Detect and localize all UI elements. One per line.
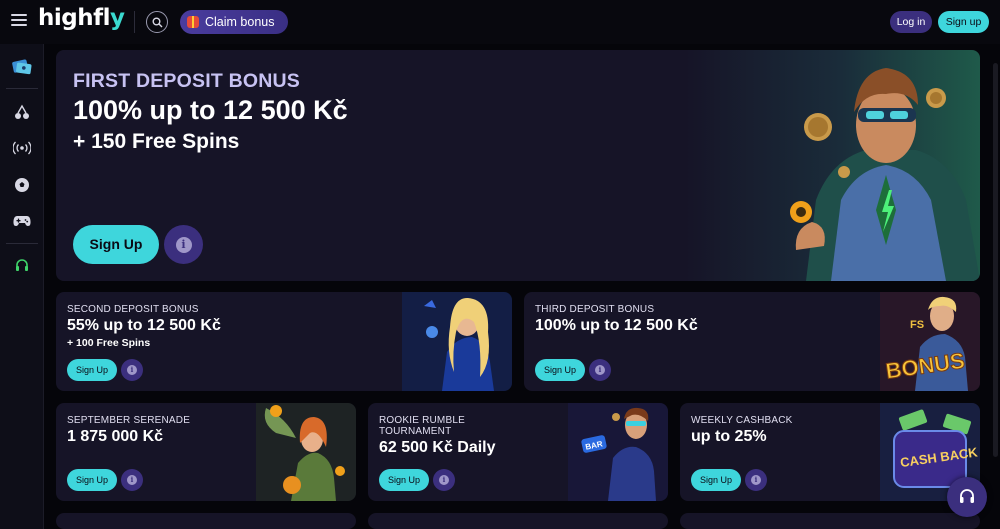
superhero-illustration [790, 68, 980, 281]
card-kicker: THIRD DEPOSIT BONUS [535, 304, 655, 315]
live-chat-button[interactable] [947, 477, 987, 517]
card-kicker: SEPTEMBER SERENADE [67, 415, 191, 426]
card-title: 1 875 000 Kč [67, 428, 164, 445]
card-signup-button[interactable]: Sign Up [379, 469, 429, 491]
top-bar: highfly Claim bonus Log in Sign up [0, 0, 1000, 44]
sidebar [0, 44, 44, 529]
card-info-button[interactable]: i [745, 469, 767, 491]
second-deposit-card[interactable]: SECOND DEPOSIT BONUS 55% up to 12 500 Kč… [56, 292, 512, 391]
card-title: 100% up to 12 500 Kč [535, 317, 698, 334]
card-info-button[interactable]: i [589, 359, 611, 381]
claim-bonus-label: Claim bonus [205, 15, 275, 29]
card-title: 55% up to 12 500 Kč [67, 317, 221, 334]
live-icon[interactable] [11, 137, 33, 159]
heroine-illustration [402, 292, 512, 391]
bonus-hero-illustration: FS BONUS [880, 292, 980, 391]
headset-icon [960, 489, 974, 503]
svg-text:FS: FS [910, 319, 924, 331]
gamepad-icon[interactable] [11, 210, 33, 232]
rookie-hero-illustration: BAR [568, 403, 668, 501]
first-deposit-banner[interactable]: FIRST DEPOSIT BONUS 100% up to 12 500 Kč… [56, 50, 980, 281]
card-info-button[interactable]: i [121, 469, 143, 491]
card-title: 62 500 Kč Daily [379, 439, 496, 456]
divider [134, 11, 135, 33]
search-icon [152, 17, 162, 27]
card-title: up to 25% [691, 428, 767, 445]
weekly-cashback-card[interactable]: WEEKLY CASHBACK up to 25% Sign Up i CASH… [680, 403, 980, 501]
rookie-rumble-card[interactable]: ROOKIE RUMBLE TOURNAMENT 62 500 Kč Daily… [368, 403, 668, 501]
card-info-button[interactable]: i [121, 359, 143, 381]
info-icon: i [595, 365, 605, 375]
card-signup-button[interactable]: Sign Up [535, 359, 585, 381]
signup-button[interactable]: Sign up [938, 11, 989, 33]
info-icon: i [127, 475, 137, 485]
menu-icon[interactable] [11, 14, 27, 28]
banner-title: 100% up to 12 500 Kč [73, 95, 348, 125]
sidebar-divider [6, 88, 38, 89]
claim-bonus-button[interactable]: Claim bonus [180, 10, 288, 34]
scrollbar[interactable] [993, 63, 998, 457]
card-subtitle: + 100 Free Spins [67, 337, 151, 349]
support-icon[interactable] [11, 255, 33, 277]
card-signup-button[interactable]: Sign Up [67, 469, 117, 491]
sidebar-divider [6, 243, 38, 244]
cherries-icon[interactable] [11, 101, 33, 123]
football-icon[interactable] [11, 174, 33, 196]
info-icon: i [751, 475, 761, 485]
logo[interactable]: highfly [38, 5, 125, 31]
card-info-button[interactable]: i [433, 469, 455, 491]
card-signup-button[interactable]: Sign Up [67, 359, 117, 381]
search-button[interactable] [146, 11, 168, 33]
partial-card[interactable] [680, 513, 980, 529]
promotions-icon[interactable] [11, 56, 33, 78]
card-kicker: ROOKIE RUMBLE TOURNAMENT [379, 415, 465, 437]
card-kicker: WEEKLY CASHBACK [691, 415, 793, 426]
fairy-illustration [256, 403, 356, 501]
info-icon: i [127, 365, 137, 375]
partial-card[interactable] [368, 513, 668, 529]
september-serenade-card[interactable]: SEPTEMBER SERENADE 1 875 000 Kč Sign Up … [56, 403, 356, 501]
info-icon: i [439, 475, 449, 485]
login-button[interactable]: Log in [890, 11, 932, 33]
banner-subtitle: + 150 Free Spins [73, 130, 240, 153]
third-deposit-card[interactable]: THIRD DEPOSIT BONUS 100% up to 12 500 Kč… [524, 292, 980, 391]
card-kicker: SECOND DEPOSIT BONUS [67, 304, 199, 315]
banner-signup-button[interactable]: Sign Up [73, 225, 159, 264]
banner-info-button[interactable]: i [164, 225, 203, 264]
gift-icon [187, 16, 199, 28]
banner-kicker: FIRST DEPOSIT BONUS [73, 70, 300, 92]
partial-card[interactable] [56, 513, 356, 529]
card-signup-button[interactable]: Sign Up [691, 469, 741, 491]
info-icon: i [175, 236, 192, 253]
